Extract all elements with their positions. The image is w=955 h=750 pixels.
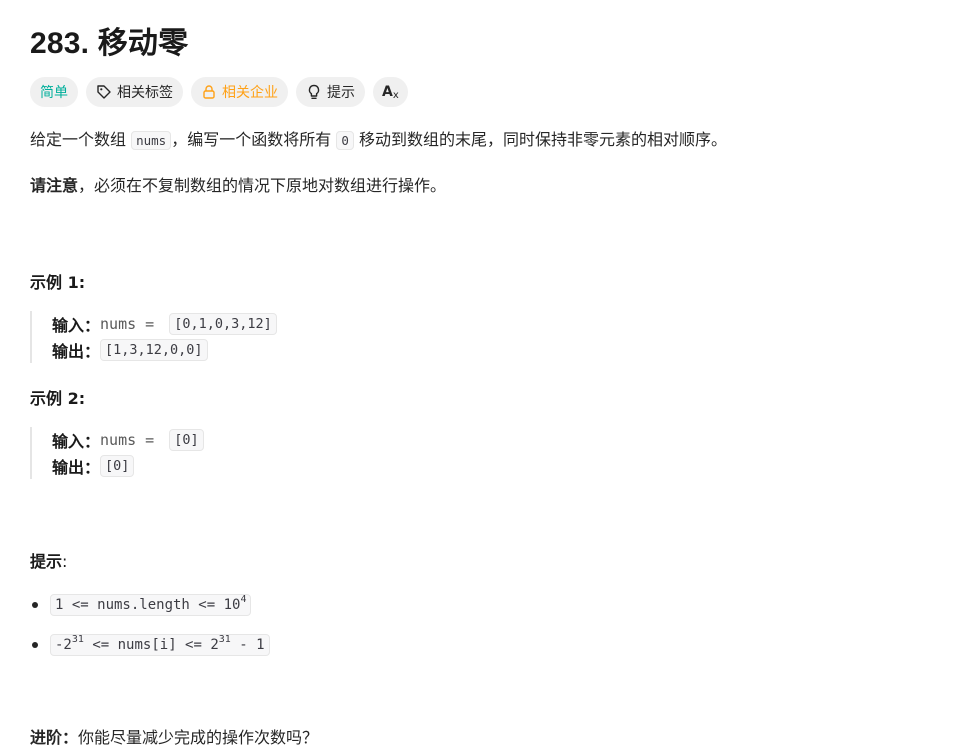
constraint-item: -231 <= nums[i] <= 231 - 1 [30, 625, 270, 665]
output-label: 输出： [52, 458, 101, 477]
example-2-heading: 示例 2: [30, 389, 86, 408]
example-1-heading: 示例 1: [30, 273, 86, 292]
constraint-2-mid: <= nums[i] <= 2 [83, 637, 219, 653]
output-value: [1,3,12,0,0] [100, 339, 208, 361]
topics-tag-button[interactable]: 相关标签 [86, 77, 183, 107]
input-value: [0,1,0,3,12] [169, 313, 277, 335]
followup-paragraph: 进阶：你能尽量减少完成的操作次数吗？ [30, 726, 318, 750]
note-bold: 请注意 [30, 176, 79, 195]
output-label: 输出： [52, 342, 101, 361]
tag-icon [96, 84, 112, 100]
desc-text: 给定一个数组 [30, 130, 127, 149]
topics-tag-label: 相关标签 [117, 85, 173, 101]
input-label: 输入： [52, 432, 101, 451]
constraint-1: 1 <= nums.length <= 104 [50, 594, 252, 616]
tag-row: 简单 相关标签 相关企业 提示 Ax [30, 77, 408, 107]
example-1-input: 输入： nums = [0,1,0,3,12] [52, 311, 277, 337]
note-paragraph: 请注意，必须在不复制数组的情况下原地对数组进行操作。 [30, 174, 446, 198]
problem-title: 283. 移动零 [30, 27, 189, 60]
constraint-2: -231 <= nums[i] <= 231 - 1 [50, 634, 270, 656]
translate-icon-mark: x [392, 89, 399, 101]
constraint-item: 1 <= nums.length <= 104 [30, 585, 270, 625]
description-paragraph: 给定一个数组 nums ，编写一个函数将所有 0 移动到数组的末尾，同时保持非零元… [30, 128, 727, 153]
constraints-list: 1 <= nums.length <= 104 -231 <= nums[i] … [30, 585, 270, 665]
desc-text-after: 移动到数组的末尾，同时保持非零元素的相对顺序。 [358, 130, 727, 149]
example-2-input: 输入： nums = [0] [52, 427, 204, 453]
constraint-2-pre: -2 [55, 637, 72, 653]
difficulty-label: 简单 [40, 85, 68, 101]
input-value: [0] [169, 429, 204, 451]
constraint-1-text: 1 <= nums.length <= 10 [55, 597, 241, 613]
translate-button[interactable]: Ax [373, 77, 408, 107]
translate-icon: A [382, 84, 393, 100]
followup-bold: 进阶： [30, 728, 79, 747]
output-value: [0] [100, 455, 135, 477]
companies-tag-label: 相关企业 [222, 85, 278, 101]
example-2-output: 输出： [0] [52, 453, 204, 479]
constraint-2-sup1: 31 [71, 634, 84, 645]
constraint-1-sup: 4 [240, 594, 247, 605]
constraint-2-sup2: 31 [218, 634, 231, 645]
hint-label: 提示 [327, 85, 355, 101]
example-1-block: 输入： nums = [0,1,0,3,12] 输出： [1,3,12,0,0] [30, 311, 277, 363]
desc-text-mid: ，编写一个函数将所有 [171, 130, 332, 149]
lightbulb-icon [306, 84, 322, 100]
example-1-output: 输出： [1,3,12,0,0] [52, 337, 277, 363]
companies-tag-button[interactable]: 相关企业 [191, 77, 288, 107]
example-2-block: 输入： nums = [0] 输出： [0] [30, 427, 204, 479]
constraints-colon: : [62, 552, 68, 571]
followup-text: 你能尽量减少完成的操作次数吗？ [78, 728, 319, 747]
input-var: nums = [100, 315, 164, 333]
constraints-heading: 提示: [30, 548, 67, 572]
lock-icon [201, 84, 217, 100]
input-label: 输入： [52, 316, 101, 335]
difficulty-badge[interactable]: 简单 [30, 77, 78, 107]
note-text: ，必须在不复制数组的情况下原地对数组进行操作。 [78, 176, 447, 195]
hint-button[interactable]: 提示 [296, 77, 365, 107]
code-zero: 0 [336, 131, 354, 150]
constraint-2-post: - 1 [230, 637, 265, 653]
input-var: nums = [100, 431, 164, 449]
constraints-heading-text: 提示 [30, 552, 63, 571]
code-nums: nums [131, 131, 172, 150]
